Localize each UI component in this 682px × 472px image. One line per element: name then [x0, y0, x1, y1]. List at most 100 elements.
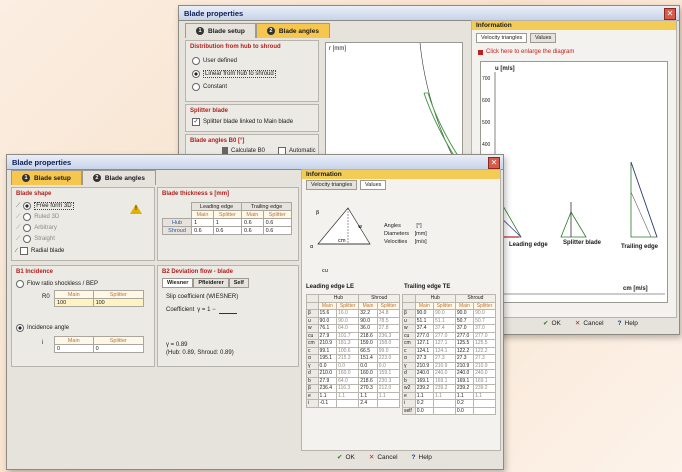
leading-edge-table: Hub Shroud Main Splitter Main Splitter β… — [306, 294, 401, 408]
shape-option-label: Straight — [34, 236, 55, 242]
back-cancel-label: Cancel — [583, 319, 604, 327]
splitter-linked-checkbox[interactable]: ✓ Splitter blade linked to Main blade — [192, 118, 293, 126]
le-row-label: w — [306, 324, 319, 333]
back-cancel-button[interactable]: ✕ Cancel — [571, 319, 608, 328]
flow-ratio-main-input[interactable]: 100 — [54, 298, 94, 307]
enlarge-diagram-link[interactable]: Click here to enlarge the diagram — [478, 49, 574, 55]
table-row: cu 277.0 277.0 277.0 277.0 — [402, 331, 496, 340]
tab-pfleiderer[interactable]: Pfleiderer — [193, 278, 229, 288]
te-cell: 239.2 — [414, 384, 434, 393]
le-col-header: Main — [358, 301, 378, 310]
le-cell: 0.0 — [336, 361, 360, 370]
tab-wiesner[interactable]: Wiesner — [162, 278, 194, 288]
back-close-icon[interactable]: ✕ — [664, 8, 676, 20]
help-icon: ? — [411, 453, 416, 461]
radial-blade-label: Radial blade — [31, 248, 65, 254]
front-close-icon[interactable]: ✕ — [488, 157, 500, 169]
front-tab-velocity-triangles[interactable]: Velocity triangles — [306, 180, 358, 190]
thickness-cell[interactable]: 0.6 — [262, 218, 293, 227]
enlarge-icon — [478, 49, 483, 55]
back-tab-num-2: 2 — [266, 27, 275, 35]
shape-option-ruled[interactable]: ⟋ Ruled 3D — [16, 213, 59, 221]
radio-icon[interactable] — [23, 213, 32, 221]
thickness-cell[interactable]: 1 — [191, 218, 214, 227]
dist-option-linear[interactable]: Linear from hub to shroud — [192, 70, 276, 78]
thickness-cell[interactable]: 0.6 — [241, 218, 264, 227]
checkbox-icon[interactable]: ✓ — [192, 118, 200, 126]
table-row: b 169.1 169.1 169.1 169.1 — [402, 376, 496, 385]
velocity-triangles-plot[interactable]: u [m/s] 700 600 500 400 300 Leading edge… — [480, 61, 668, 303]
shape-option-straight[interactable]: ⟋ Straight — [16, 235, 55, 243]
back-ok-button[interactable]: ✔ OK — [539, 319, 565, 328]
front-cancel-button[interactable]: ✕ Cancel — [365, 453, 402, 462]
help-icon: ? — [617, 319, 622, 327]
thickness-cell[interactable]: 0.6 — [262, 226, 293, 235]
flow-ratio-splitter-input[interactable]: 100 — [92, 298, 145, 307]
back-help-button[interactable]: ? Help — [614, 320, 642, 327]
front-tabs: 1 Blade setup 2 Blade angles — [11, 170, 156, 185]
front-button-bar: ✔ OK ✕ Cancel ? Help — [333, 453, 436, 462]
back-tab-values[interactable]: Values — [530, 33, 557, 43]
le-col-header: Splitter — [336, 301, 360, 310]
flow-col-header: Main — [54, 290, 94, 299]
le-cell: 236.3 — [376, 331, 401, 340]
incidence-angle-radio[interactable]: Incidence angle — [16, 324, 69, 332]
front-ok-button[interactable]: ✔ OK — [333, 453, 359, 462]
radial-blade-checkbox[interactable]: ∕ Radial blade — [16, 247, 64, 255]
back-window-title: Blade properties — [184, 8, 244, 18]
le-cell: 2.4 — [358, 399, 378, 408]
te-cell: 90.0 — [414, 309, 434, 318]
front-tab-blade-angles[interactable]: 2 Blade angles — [81, 170, 156, 185]
te-cell: 1.1 — [454, 391, 475, 400]
te-cell: 37.4 — [432, 324, 456, 333]
table-row: Shroud 0.6 0.6 0.6 0.6 — [161, 226, 293, 235]
dist-option-constant[interactable]: Constant — [192, 83, 227, 91]
radio-icon[interactable] — [23, 235, 32, 243]
le-cell: 90.0 — [358, 316, 378, 325]
radio-icon[interactable] — [192, 70, 200, 78]
trailing-edge-table: Hub Shroud Main Splitter Main Splitter β… — [402, 294, 497, 415]
back-tab-blade-angles[interactable]: 2 Blade angles — [255, 23, 330, 38]
back-tab-velocity-triangles[interactable]: Velocity triangles — [476, 33, 528, 43]
thickness-cell[interactable]: 0.6 — [212, 226, 243, 235]
radio-icon[interactable] — [16, 324, 24, 332]
incidence-splitter-input[interactable]: 0 — [92, 344, 145, 353]
radio-icon[interactable] — [23, 202, 32, 210]
flow-ratio-radio[interactable]: Flow ratio shockless / BEP — [16, 280, 98, 288]
front-help-button[interactable]: ? Help — [408, 454, 436, 461]
checkbox-icon[interactable] — [20, 247, 29, 255]
thickness-cell[interactable]: 0.6 — [241, 226, 264, 235]
radio-icon[interactable] — [23, 224, 32, 232]
thickness-cell[interactable]: 0.6 — [191, 226, 214, 235]
le-cell: 90.0 — [336, 316, 360, 325]
le-cell: 32.2 — [358, 309, 378, 318]
blade-angle-plot[interactable]: r [mm] — [325, 42, 463, 160]
radio-icon[interactable] — [192, 83, 200, 91]
front-tab-blade-setup[interactable]: 1 Blade setup — [11, 170, 82, 185]
calculate-b0-button[interactable]: Calculate B0 — [222, 147, 265, 154]
le-cell: 218.6 — [358, 376, 378, 385]
le-col-header: Main — [317, 301, 338, 310]
front-window-title: Blade properties — [12, 157, 72, 167]
incidence-main-input[interactable]: 0 — [54, 344, 94, 353]
le-cell: 158.0 — [376, 339, 401, 348]
dist-option-user[interactable]: User defined — [192, 57, 237, 65]
radio-icon[interactable] — [192, 57, 200, 65]
thickness-leading-edge-header: Leading edge — [191, 202, 243, 211]
te-cell: 169.1 — [473, 376, 496, 385]
te-row-label: d — [402, 369, 416, 378]
dist-option-label: User defined — [203, 58, 238, 64]
arbitrary-icon: ⟋ — [16, 224, 21, 231]
te-corner — [402, 301, 416, 310]
check-icon: ✔ — [337, 454, 343, 461]
thickness-cell[interactable]: 1 — [212, 218, 243, 227]
radio-icon[interactable] — [16, 280, 24, 288]
shape-option-arbitrary[interactable]: ⟋ Arbitrary — [16, 224, 57, 232]
tab-self[interactable]: Self — [228, 278, 249, 288]
te-row-label: w2 — [402, 384, 416, 393]
shape-option-free-form[interactable]: ⟋ Free form 3D — [16, 202, 74, 210]
front-tab-values[interactable]: Values — [360, 180, 387, 190]
le-row-label: b — [306, 376, 319, 385]
te-cell: 37.0 — [454, 324, 475, 333]
back-tab-blade-setup[interactable]: 1 Blade setup — [185, 23, 256, 38]
